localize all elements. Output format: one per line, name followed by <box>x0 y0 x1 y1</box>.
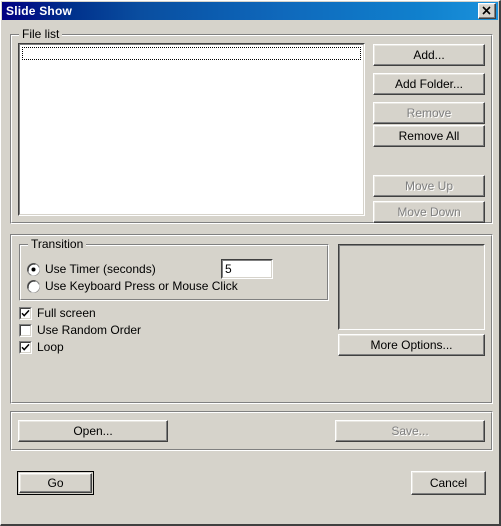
add-folder-button[interactable]: Add Folder... <box>373 73 485 95</box>
radio-use-timer-indicator <box>27 262 40 276</box>
checkbox-loop-indicator <box>19 340 32 354</box>
go-button-label: Go <box>47 476 64 490</box>
timer-seconds-input[interactable]: 5 <box>221 259 273 279</box>
remove-button: Remove <box>373 102 485 124</box>
checkbox-full-screen-label: Full screen <box>37 306 96 320</box>
file-listbox[interactable] <box>18 43 365 216</box>
go-button-face: Go <box>19 473 92 493</box>
preview-panel <box>338 244 485 330</box>
checkbox-loop[interactable]: Loop <box>19 340 64 354</box>
file-list-group-title: File list <box>19 28 63 40</box>
checkbox-full-screen-indicator <box>19 306 32 320</box>
checkbox-full-screen[interactable]: Full screen <box>19 306 96 320</box>
window-title: Slide Show <box>6 4 73 18</box>
move-up-button: Move Up <box>373 175 485 197</box>
checkbox-use-random-order[interactable]: Use Random Order <box>19 323 141 337</box>
add-button[interactable]: Add... <box>373 44 485 66</box>
more-options-button[interactable]: More Options... <box>338 334 485 356</box>
add-folder-button-label: Add Folder... <box>394 77 464 91</box>
title-bar-buttons <box>478 3 498 19</box>
open-button-label: Open... <box>73 424 113 438</box>
radio-use-keyboard-mouse-indicator <box>27 279 40 293</box>
checkmark-icon <box>21 343 30 351</box>
radio-use-keyboard-mouse-label: Use Keyboard Press or Mouse Click <box>45 279 238 293</box>
cancel-button[interactable]: Cancel <box>411 471 486 495</box>
open-button[interactable]: Open... <box>18 420 168 442</box>
checkbox-use-random-order-label: Use Random Order <box>37 323 142 337</box>
radio-use-timer[interactable]: Use Timer (seconds) <box>27 262 156 276</box>
move-up-button-label: Move Up <box>404 179 454 193</box>
go-button[interactable]: Go <box>17 471 94 495</box>
save-button: Save... <box>335 420 485 442</box>
close-icon <box>482 6 491 15</box>
slide-show-dialog: Slide Show File list Add... Add Folder..… <box>0 0 501 526</box>
checkmark-icon <box>21 309 30 317</box>
more-options-button-label: More Options... <box>370 338 453 352</box>
radio-use-timer-label: Use Timer (seconds) <box>45 262 156 276</box>
timer-seconds-value: 5 <box>222 260 272 278</box>
move-down-button-label: Move Down <box>397 205 461 219</box>
title-bar: Slide Show <box>2 2 498 20</box>
radio-use-keyboard-mouse[interactable]: Use Keyboard Press or Mouse Click <box>27 279 238 293</box>
move-down-button: Move Down <box>373 201 485 223</box>
add-button-label: Add... <box>413 48 445 62</box>
transition-group-title: Transition <box>28 238 87 250</box>
cancel-button-label: Cancel <box>429 476 468 490</box>
radio-selected-icon <box>27 262 40 276</box>
remove-all-button[interactable]: Remove All <box>373 125 485 147</box>
save-button-label: Save... <box>391 424 429 438</box>
radio-unselected-icon <box>27 279 40 293</box>
listbox-focus-row[interactable] <box>22 47 361 60</box>
remove-button-label: Remove <box>406 106 452 120</box>
close-button[interactable] <box>478 3 496 19</box>
checkbox-loop-label: Loop <box>37 340 64 354</box>
checkbox-use-random-order-indicator <box>19 323 32 337</box>
remove-all-button-label: Remove All <box>398 129 460 143</box>
